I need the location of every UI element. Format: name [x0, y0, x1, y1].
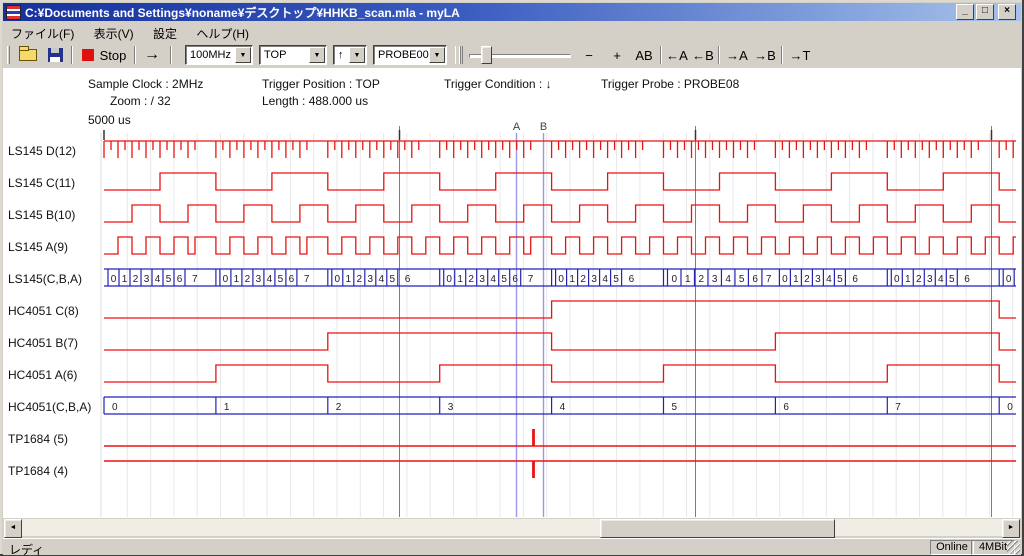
status-online-badge: Online: [930, 540, 974, 555]
toolbar-grip[interactable]: [455, 46, 463, 64]
sample-clock-info: Sample Clock : 2MHz: [88, 77, 203, 91]
menu-settings[interactable]: 設定: [145, 22, 185, 41]
signal-label: HC4051(C,B,A): [8, 400, 102, 414]
signal-label: HC4051 C(8): [8, 304, 102, 318]
timebase-label: 5000 us: [88, 113, 131, 127]
horizontal-scrollbar[interactable]: ◄ ►: [4, 519, 1020, 536]
waveform-client-area: [3, 68, 1021, 518]
menu-view[interactable]: 表示(V): [86, 22, 142, 41]
zoom-slider[interactable]: [469, 44, 571, 66]
menu-file[interactable]: ファイル(F): [3, 22, 82, 41]
trigger-edge-combo[interactable]: ↑ ▼: [333, 45, 367, 65]
stop-icon: [82, 49, 94, 61]
toolbar: Stop → 100MHz ▼ TOP ▼ ↑ ▼ PROBE00 ▼ − + …: [3, 41, 1021, 69]
trigger-condition-info: Trigger Condition : ↓: [444, 77, 552, 91]
zoom-in-button[interactable]: +: [607, 44, 627, 66]
title-bar[interactable]: C:¥Documents and Settings¥noname¥デスクトップ¥…: [3, 3, 1021, 21]
cursor-a-left-button[interactable]: ←A: [665, 44, 689, 66]
trigger-probe-info: Trigger Probe : PROBE08: [601, 77, 739, 91]
status-ready-text: レディ: [9, 541, 44, 556]
signal-label: LS145 C(11): [8, 176, 102, 190]
chevron-down-icon[interactable]: ▼: [429, 47, 445, 63]
chevron-down-icon[interactable]: ▼: [309, 47, 325, 63]
signal-label: LS145 A(9): [8, 240, 102, 254]
signal-label: HC4051 A(6): [8, 368, 102, 382]
maximize-button[interactable]: □: [976, 4, 994, 20]
toolbar-separator: [134, 46, 136, 64]
signal-label: LS145(C,B,A): [8, 272, 102, 286]
cursor-a-right-button[interactable]: →A: [725, 44, 749, 66]
run-button[interactable]: →: [139, 44, 165, 66]
scrollbar-thumb[interactable]: [600, 519, 835, 538]
run-arrow-icon: →: [144, 46, 160, 64]
app-icon: [6, 5, 21, 20]
length-info: Length : 488.000 us: [262, 94, 368, 108]
toolbar-separator: [170, 46, 172, 64]
resize-grip[interactable]: [1007, 541, 1020, 554]
goto-trigger-button[interactable]: →T: [787, 44, 813, 66]
toolbar-grip[interactable]: [7, 46, 10, 64]
signal-label: LS145 D(12): [8, 144, 102, 158]
trigger-position-combo[interactable]: TOP ▼: [259, 45, 327, 65]
app-window: C:¥Documents and Settings¥noname¥デスクトップ¥…: [0, 0, 1024, 556]
save-button[interactable]: [43, 44, 67, 66]
scroll-right-button[interactable]: ►: [1002, 519, 1020, 538]
menu-bar: ファイル(F) 表示(V) 設定 ヘルプ(H): [3, 22, 1021, 41]
toolbar-separator: [660, 46, 662, 64]
signal-label: HC4051 B(7): [8, 336, 102, 350]
trigger-position-info: Trigger Position : TOP: [262, 77, 380, 91]
cursor-b-right-button[interactable]: →B: [753, 44, 777, 66]
signal-label: TP1684 (5): [8, 432, 102, 446]
save-floppy-icon: [48, 48, 63, 62]
chevron-down-icon[interactable]: ▼: [349, 47, 365, 63]
window-title: C:¥Documents and Settings¥noname¥デスクトップ¥…: [25, 4, 954, 21]
sample-clock-value: 100MHz: [190, 49, 231, 61]
close-button[interactable]: ×: [998, 4, 1016, 20]
trigger-edge-value: ↑: [338, 49, 344, 61]
status-bar: レディ Online 4MBit: [3, 538, 1021, 555]
cursor-b-left-button[interactable]: ←B: [691, 44, 715, 66]
minimize-button[interactable]: _: [956, 4, 974, 20]
trigger-position-value: TOP: [264, 49, 286, 61]
scroll-left-button[interactable]: ◄: [4, 519, 22, 538]
zoom-info: Zoom : / 32: [110, 94, 171, 108]
open-folder-icon: [19, 49, 37, 61]
signal-label: LS145 B(10): [8, 208, 102, 222]
open-button[interactable]: [15, 44, 41, 66]
stop-label: Stop: [100, 48, 127, 63]
menu-help[interactable]: ヘルプ(H): [188, 22, 257, 41]
signal-label: TP1684 (4): [8, 464, 102, 478]
ab-button[interactable]: AB: [631, 44, 657, 66]
sample-clock-combo[interactable]: 100MHz ▼: [185, 45, 253, 65]
slider-thumb[interactable]: [481, 46, 492, 64]
toolbar-separator: [71, 46, 73, 64]
toolbar-separator: [781, 46, 783, 64]
trigger-probe-combo[interactable]: PROBE00 ▼: [373, 45, 447, 65]
zoom-out-button[interactable]: −: [579, 44, 599, 66]
stop-button[interactable]: Stop: [77, 44, 131, 66]
toolbar-separator: [718, 46, 720, 64]
chevron-down-icon[interactable]: ▼: [235, 47, 251, 63]
trigger-probe-value: PROBE00: [378, 49, 429, 61]
